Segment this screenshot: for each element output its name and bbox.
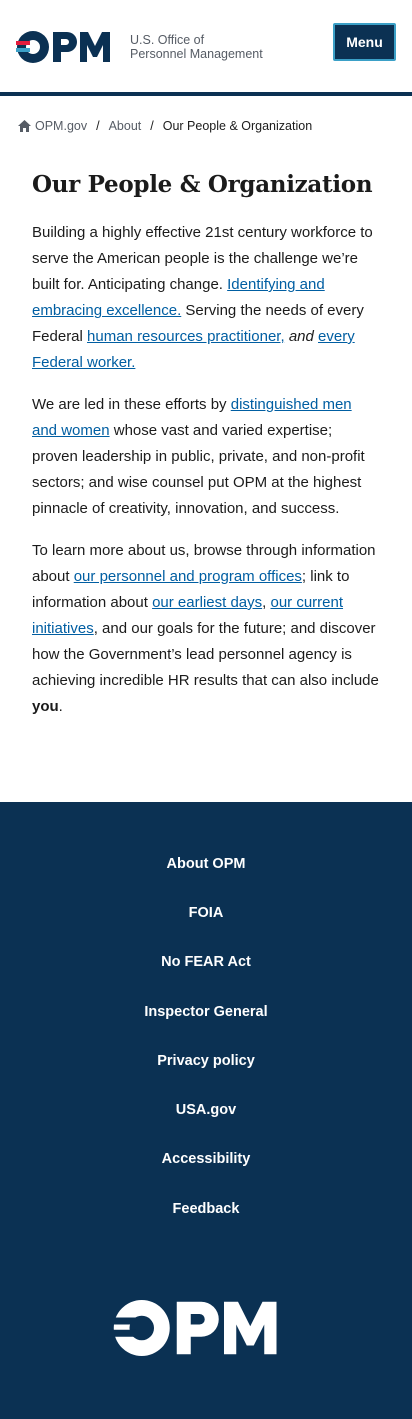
breadcrumb: OPM.gov / About / Our People & Organizat… (0, 96, 412, 156)
breadcrumb-home-label: OPM.gov (35, 119, 88, 133)
agency-name-line2: Personnel Management (130, 47, 263, 61)
breadcrumb-about-link[interactable]: About (109, 119, 142, 133)
footer-link-no-fear-act[interactable]: No FEAR Act (161, 954, 251, 970)
footer-nav-item: About OPM (0, 839, 412, 888)
page-title: Our People & Organization (32, 171, 373, 198)
p2-text-1: We are led in these efforts by (32, 396, 231, 413)
footer-link-inspector-general[interactable]: Inspector General (144, 1004, 267, 1020)
footer-nav-item: Privacy policy (0, 1036, 412, 1085)
site-footer: About OPM FOIA No FEAR Act Inspector Gen… (0, 802, 412, 1419)
opm-logo-icon (16, 31, 110, 63)
breadcrumb-current: Our People & Organization (162, 119, 313, 133)
earliest-days-link[interactable]: our earliest days (152, 594, 262, 611)
footer-link-privacy-policy[interactable]: Privacy policy (157, 1053, 255, 1069)
p3-bold-you: you (32, 698, 59, 715)
footer-link-usa-gov[interactable]: USA.gov (176, 1102, 236, 1118)
p3-text-5: . (58, 698, 63, 715)
main-content: Our People & Organization Building a hig… (0, 170, 412, 720)
agency-name: U.S. Office of Personnel Management (130, 33, 263, 61)
footer-nav-item: FOIA (0, 888, 412, 937)
footer-link-foia[interactable]: FOIA (189, 905, 224, 921)
leadership-paragraph: We are led in these efforts by distingui… (32, 392, 380, 522)
footer-nav-item: No FEAR Act (0, 938, 412, 987)
breadcrumb-separator: / (150, 119, 154, 133)
intro-paragraph: Building a highly effective 21st century… (32, 220, 380, 376)
footer-nav-item: Accessibility (0, 1135, 412, 1184)
hr-practitioner-link[interactable]: human resources practitioner, (87, 328, 285, 345)
p1-emphasis: and (288, 328, 314, 345)
footer-nav-item: USA.gov (0, 1085, 412, 1134)
home-icon (18, 120, 31, 132)
learn-more-paragraph: To learn more about us, browse through i… (32, 538, 380, 720)
personnel-offices-link[interactable]: our personnel and program offices (74, 568, 302, 585)
footer-link-accessibility[interactable]: Accessibility (162, 1151, 251, 1167)
footer-nav: About OPM FOIA No FEAR Act Inspector Gen… (0, 802, 412, 1233)
footer-opm-logo[interactable] (112, 1298, 294, 1363)
footer-nav-item: Inspector General (0, 987, 412, 1036)
footer-link-about-opm[interactable]: About OPM (167, 856, 246, 872)
footer-nav-item: Feedback (0, 1184, 412, 1233)
footer-link-feedback[interactable]: Feedback (173, 1201, 240, 1217)
breadcrumb-separator: / (96, 119, 100, 133)
agency-name-line1: U.S. Office of (130, 33, 205, 47)
site-header: U.S. Office of Personnel Management Menu (0, 0, 412, 96)
menu-button[interactable]: Menu (333, 23, 396, 61)
breadcrumb-home-link[interactable]: OPM.gov (18, 119, 87, 133)
opm-logo[interactable]: U.S. Office of Personnel Management (16, 30, 263, 64)
footer-opm-logo-icon (112, 1300, 277, 1356)
